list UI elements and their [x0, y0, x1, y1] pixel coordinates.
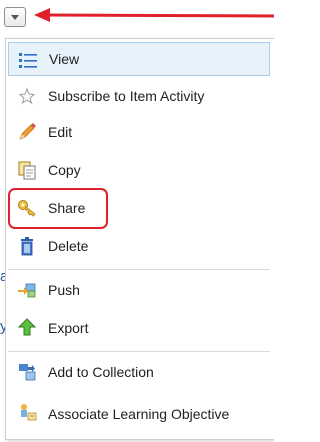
- menu-item-label: Delete: [48, 238, 89, 254]
- menu-separator: [8, 269, 270, 270]
- menu-item-label: Export: [48, 320, 89, 336]
- list-icon: [19, 53, 37, 68]
- menu-item-export[interactable]: Export: [8, 311, 270, 345]
- export-icon: [17, 318, 37, 336]
- page: a y View Subscribe to Item: [0, 0, 274, 442]
- menu-item-push[interactable]: Push: [8, 273, 270, 307]
- menu-item-label: Copy: [48, 162, 81, 178]
- menu-item-add-to-collection[interactable]: Add to Collection: [8, 355, 270, 389]
- menu-item-label: View: [49, 51, 80, 67]
- trash-icon: [21, 237, 33, 256]
- pencil-icon: [19, 123, 36, 140]
- menu-item-edit[interactable]: Edit: [8, 115, 270, 149]
- menu-item-delete[interactable]: Delete: [8, 229, 270, 263]
- menu-item-subscribe[interactable]: Subscribe to Item Activity: [8, 79, 270, 113]
- menu-item-label: Edit: [48, 124, 73, 140]
- menu-item-label: Push: [48, 282, 80, 298]
- collection-icon: [19, 364, 36, 381]
- annotation-arrow: [34, 8, 274, 22]
- push-icon: [18, 283, 36, 298]
- copy-icon: [18, 161, 36, 180]
- menu-item-copy[interactable]: Copy: [8, 153, 270, 187]
- menu-separator: [8, 351, 270, 352]
- menu-item-label: Add to Collection: [48, 364, 154, 380]
- actions-menu: View Subscribe to Item Activity Edit Cop…: [5, 38, 274, 440]
- copy-highlight-annotation: [8, 188, 108, 229]
- menu-item-associate-learning-objective[interactable]: Associate Learning Objective: [8, 395, 270, 433]
- menu-item-view[interactable]: View: [8, 42, 270, 76]
- star-icon: [18, 87, 36, 105]
- menu-item-label: Associate Learning Objective: [48, 405, 230, 422]
- learning-objective-icon: [21, 404, 37, 421]
- menu-item-label: Subscribe to Item Activity: [48, 88, 205, 104]
